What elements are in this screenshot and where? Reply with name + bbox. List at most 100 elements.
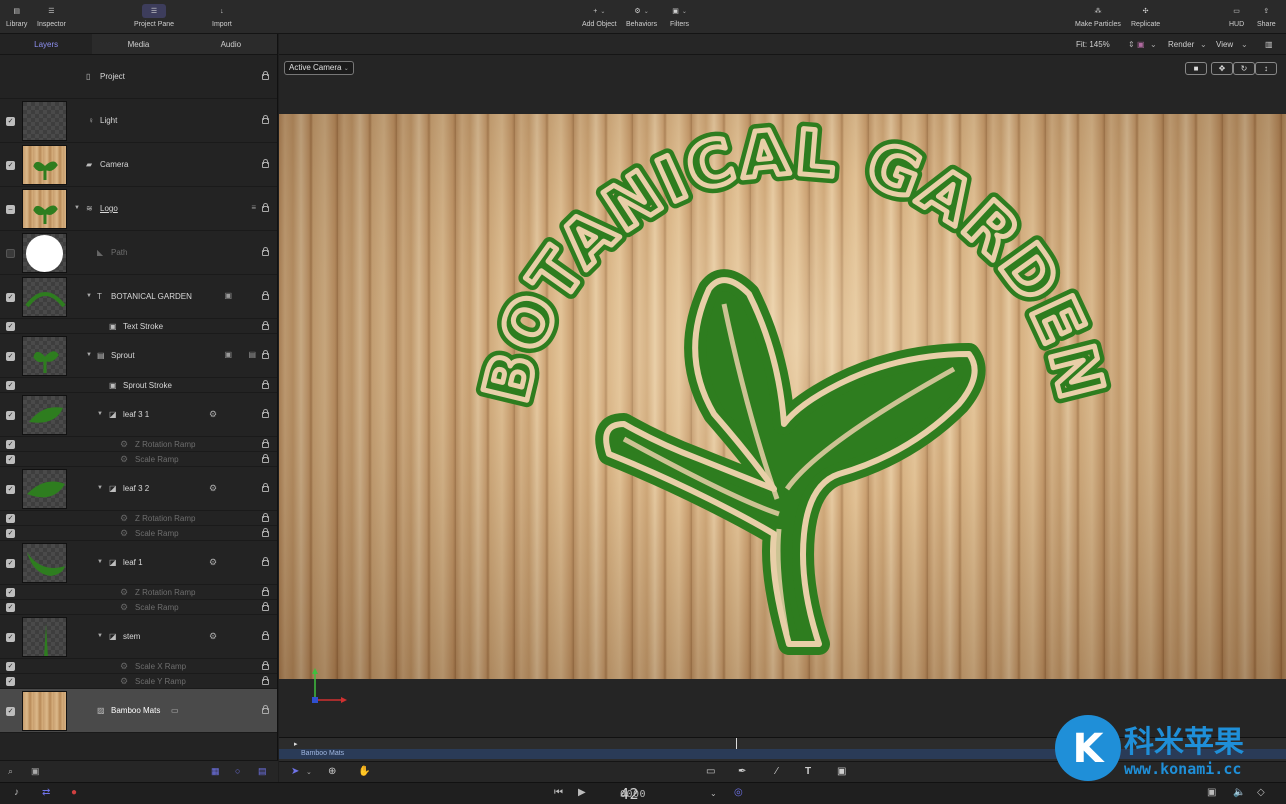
anchor-point-icon[interactable]: ⊕ [328, 766, 336, 777]
layer-row-stem[interactable]: ✓ ▼ ◪ stem ⚙ [0, 615, 277, 659]
lock-icon[interactable] [262, 350, 269, 359]
replicate-button[interactable]: ✣ Replicate [1131, 4, 1160, 28]
layout-toggle-icon[interactable]: ▥ [1265, 40, 1273, 49]
visibility-checkbox[interactable]: ✓ [6, 352, 15, 361]
lock-icon[interactable] [262, 483, 269, 492]
speaker-icon[interactable]: 🔈 [1233, 787, 1245, 798]
visibility-checkbox[interactable]: ✓ [6, 117, 15, 126]
layer-row-logo[interactable]: – ▼ ≋ Logo ≡ [0, 187, 277, 231]
behavior-gear-icon[interactable]: ⚙ [209, 483, 217, 494]
active-camera-select[interactable]: Active Camera ⌄ [284, 61, 354, 75]
layer-row-stem-scaley[interactable]: ✓ ⚙ Scale Y Ramp [0, 674, 277, 689]
layer-row-leaf32-zrot[interactable]: ✓ ⚙ Z Rotation Ramp [0, 511, 277, 526]
lock-icon[interactable] [262, 705, 269, 714]
disclosure-triangle-icon[interactable]: ▼ [86, 352, 92, 358]
shape-tool-icon[interactable]: ▭ [706, 766, 715, 777]
behavior-gear-icon[interactable]: ⚙ [209, 557, 217, 568]
add-object-button[interactable]: + ⌄ Add Object [582, 4, 617, 29]
visibility-checkbox[interactable]: ✓ [6, 514, 15, 523]
layer-row-leaf1-scale[interactable]: ✓ ⚙ Scale Ramp [0, 600, 277, 615]
loop-icon[interactable]: ⇄ [42, 787, 50, 798]
lock-icon[interactable] [262, 557, 269, 566]
layer-row-path[interactable]: ◣ Path [0, 231, 277, 275]
lock-icon[interactable] [262, 409, 269, 418]
render-menu[interactable]: Render [1168, 40, 1194, 49]
in-point-marker[interactable]: ▸ [294, 740, 298, 748]
lock-icon[interactable] [262, 602, 269, 611]
layer-row-leaf31-zrot[interactable]: ✓ ⚙ Z Rotation Ramp [0, 437, 277, 452]
layers-stack-icon[interactable]: ▤ [258, 766, 267, 777]
camera-view-icon[interactable]: ■ [1185, 62, 1207, 75]
hud-button[interactable]: ▭ HUD [1229, 4, 1244, 28]
go-to-start-icon[interactable]: ⏮ [554, 787, 563, 798]
import-button[interactable]: ↓ Import [212, 4, 232, 29]
playhead[interactable] [736, 738, 737, 749]
share-button[interactable]: ⇪ Share [1257, 4, 1276, 28]
paint-stroke-icon[interactable]: ⁄ [776, 766, 778, 777]
layer-row-leaf-3-2[interactable]: ✓ ▼ ◪ leaf 3 2 ⚙ [0, 467, 277, 511]
visibility-checkbox[interactable]: ✓ [6, 455, 15, 464]
orbit-icon[interactable]: ↻ [1233, 62, 1255, 75]
layer-row-leaf-1[interactable]: ✓ ▼ ◪ leaf 1 ⚙ [0, 541, 277, 585]
record-icon[interactable]: ● [71, 787, 77, 798]
lock-icon[interactable] [262, 661, 269, 670]
visibility-checkbox[interactable]: ✓ [6, 633, 15, 642]
audio-mute-icon[interactable]: ♪ [14, 787, 19, 798]
layer-row-leaf32-scale[interactable]: ✓ ⚙ Scale Ramp [0, 526, 277, 541]
visibility-checkbox[interactable] [6, 249, 15, 258]
group-3d-icon[interactable]: ▤ [248, 350, 256, 359]
layer-row-bamboo-mats[interactable]: ✓ ▨ Bamboo Mats ▭ [0, 689, 277, 733]
layer-row-sprout-stroke[interactable]: ✓ ▣ Sprout Stroke [0, 378, 277, 393]
filters-button[interactable]: ▣ ⌄ Filters [670, 4, 689, 28]
lock-icon[interactable] [262, 513, 269, 522]
pan-move-icon[interactable]: ✥ [1211, 62, 1233, 75]
thumbnail-toggle-icon[interactable]: ▣ [31, 766, 40, 777]
chevron-down-icon[interactable]: ⌄ [1200, 40, 1207, 49]
layer-row-text-stroke[interactable]: ✓ ▣ Text Stroke [0, 319, 277, 334]
layer-row-light[interactable]: ✓ ♀ Light [0, 99, 277, 143]
tab-layers[interactable]: Layers [0, 34, 93, 54]
layer-row-camera[interactable]: ✓ ▰ Camera [0, 143, 277, 187]
chevron-down-icon[interactable]: ⌄ [1241, 40, 1248, 49]
project-pane-button[interactable]: ☰ Project Pane [134, 4, 174, 28]
zoom-stepper-icon[interactable]: ⇕ [1128, 40, 1135, 49]
lock-icon[interactable] [262, 439, 269, 448]
lock-icon[interactable] [262, 380, 269, 389]
tab-media[interactable]: Media [92, 34, 184, 54]
disclosure-triangle-icon[interactable]: ▼ [74, 205, 80, 211]
group-3d-icon[interactable]: ≡ [251, 203, 256, 212]
visibility-checkbox[interactable]: ✓ [6, 662, 15, 671]
layer-row-leaf1-zrot[interactable]: ✓ ⚙ Z Rotation Ramp [0, 585, 277, 600]
lock-icon[interactable] [262, 454, 269, 463]
chevron-down-icon[interactable]: ⌄ [306, 768, 312, 776]
mask-tool-icon[interactable]: ▣ [837, 766, 846, 777]
chevron-down-icon[interactable]: ⌄ [1150, 40, 1157, 49]
visibility-checkbox[interactable]: ✓ [6, 588, 15, 597]
lock-icon[interactable] [262, 291, 269, 300]
library-button[interactable]: ▤ Library [6, 4, 27, 28]
dolly-icon[interactable]: ↕ [1255, 62, 1277, 75]
lock-icon[interactable] [262, 203, 269, 212]
canvas-stage[interactable]: BOTANICAL GARDEN BOTANICAL GARDEN [279, 114, 1286, 679]
disclosure-triangle-icon[interactable]: ▼ [97, 411, 103, 417]
visibility-checkbox[interactable]: ✓ [6, 440, 15, 449]
layer-row-botanical-garden[interactable]: ✓ ▼ T BOTANICAL GARDEN ▣ [0, 275, 277, 319]
behavior-gear-icon[interactable]: ⚙ [209, 631, 217, 642]
disclosure-triangle-icon[interactable]: ▼ [97, 633, 103, 639]
hand-pan-icon[interactable]: ✋ [358, 766, 370, 777]
lock-icon[interactable] [262, 247, 269, 256]
visibility-checkbox[interactable]: ✓ [6, 411, 15, 420]
visibility-checkbox[interactable]: ✓ [6, 677, 15, 686]
playback-options-icon[interactable]: ◎ [734, 787, 743, 798]
checker-icon[interactable]: ▦ [211, 766, 220, 777]
color-channel-icon[interactable]: ▣ [1137, 40, 1145, 49]
search-icon[interactable]: ⌕ [8, 766, 13, 777]
lock-icon[interactable] [262, 676, 269, 685]
timecode-display[interactable]: 0000 42 [620, 785, 646, 803]
visibility-checkbox[interactable]: ✓ [6, 322, 15, 331]
zoom-fit-menu[interactable]: Fit: 145% [1076, 40, 1110, 49]
layer-row-sprout[interactable]: ✓ ▼ ▤ Sprout ▣ ▤ [0, 334, 277, 378]
tab-audio[interactable]: Audio [185, 34, 277, 54]
visibility-checkbox[interactable]: ✓ [6, 559, 15, 568]
lock-icon[interactable] [262, 631, 269, 640]
